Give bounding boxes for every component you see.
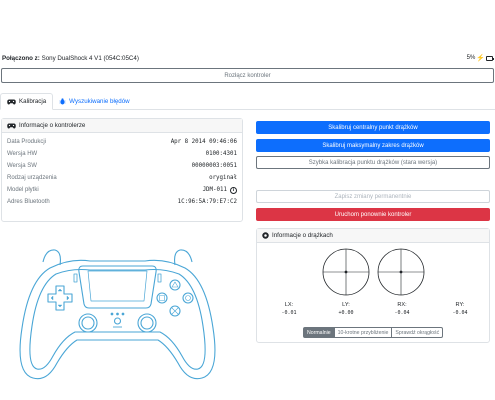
info-value: 0100:4301 <box>205 151 237 157</box>
status-bar: Połączono z: Sony DualShock 4 V1 (054C:0… <box>0 50 495 66</box>
view-mode-group: Normalnie 10-krotne przybliżenie Sprawdź… <box>303 327 444 338</box>
joystick-icon <box>262 232 269 239</box>
info-value-board: JDM-011 i <box>202 186 237 194</box>
right-stick-circle <box>377 248 425 296</box>
sticks-info-title: Informacje o drążkach <box>272 232 333 239</box>
axis-label: LY: <box>342 302 350 308</box>
info-value: oryginał <box>209 175 237 181</box>
controller-info-card: Informacje o kontrolerze Data Produkcji … <box>1 118 243 222</box>
charging-bolt-icon: ⚡ <box>476 55 485 62</box>
mode-normal-button[interactable]: Normalnie <box>303 327 335 338</box>
info-row-hw-version: Wersja HW 0100:4301 <box>7 148 237 160</box>
controller-info-header: Informacje o kontrolerze <box>2 119 242 133</box>
axis-value: +0.00 <box>338 310 354 316</box>
info-label: Wersja HW <box>7 151 38 157</box>
info-label: Data Produkcji <box>7 139 47 145</box>
tab-calibration[interactable]: Kalibracja <box>0 93 54 110</box>
info-label: Rodzaj urządzenia <box>7 175 57 181</box>
battery-level: 5% <box>466 55 476 61</box>
axis-value: -0.04 <box>452 310 468 316</box>
info-label: Adres Bluetooth <box>7 199 50 205</box>
gamepad-icon <box>7 99 16 104</box>
info-label: Model płytki <box>7 187 39 193</box>
info-value: 1C:96:5A:79:E7:C2 <box>177 199 237 205</box>
quick-calibrate-button[interactable]: Szybka kalibracja punktu drążków (stara … <box>256 156 490 169</box>
r1-button <box>174 249 193 266</box>
info-row-device-type: Rodzaj urządzenia oryginał <box>7 172 237 184</box>
save-permanent-button[interactable]: Zapisz zmiany permanentnie <box>256 190 490 203</box>
axis-value: -0.01 <box>281 310 297 316</box>
controller-info-title: Informacje o kontrolerze <box>19 122 86 129</box>
info-row-sw-version: Wersja SW 00000003:0051 <box>7 160 237 172</box>
left-stick-circle <box>322 248 370 296</box>
disconnect-button[interactable]: Rozłącz kontroler <box>1 68 494 83</box>
calibrate-range-button[interactable]: Skalibruj maksymalny zakres drążków <box>256 139 490 152</box>
l1-button <box>42 249 61 266</box>
info-row-manufacture-date: Data Produkcji Apr 8 2014 09:46:06 <box>7 136 237 148</box>
axis-ry: RY: -0.04 <box>445 302 475 316</box>
tab-bar: Kalibracja Wyszukiwanie błędów <box>0 93 495 110</box>
axis-value: -0.04 <box>394 310 410 316</box>
info-row-board-model: Model płytki JDM-011 i <box>7 184 237 196</box>
info-row-bluetooth-address: Adres Bluetooth 1C:96:5A:79:E7:C2 <box>7 196 237 208</box>
mode-zoom-button[interactable]: 10-krotne przybliżenie <box>334 327 393 338</box>
sticks-info-card: Informacje o drążkach LX: -0.01 LY: +0.0… <box>256 228 490 343</box>
axis-lx: LX: -0.01 <box>274 302 304 316</box>
axis-ly: LY: +0.00 <box>331 302 361 316</box>
tab-calibration-label: Kalibracja <box>19 98 47 105</box>
info-value: Apr 8 2014 09:46:06 <box>170 139 237 145</box>
axis-label: LX: <box>284 302 294 308</box>
restart-controller-button[interactable]: Uruchom ponownie kontroler <box>256 208 490 221</box>
tab-troubleshooting[interactable]: Wyszukiwanie błędów <box>53 93 135 110</box>
sticks-info-header: Informacje o drążkach <box>257 229 489 243</box>
axis-label: RX: <box>397 302 407 308</box>
axis-rx: RX: -0.04 <box>387 302 417 316</box>
board-model-value: JDM-011 <box>202 187 227 193</box>
axis-label: RY: <box>455 302 465 308</box>
stick-visualizers <box>322 248 425 296</box>
calibrate-center-button[interactable]: Skalibruj centralny punkt drążków <box>256 121 490 134</box>
mode-circularity-button[interactable]: Sprawdź okrągłość <box>392 327 444 338</box>
tab-troubleshooting-label: Wyszukiwanie błędów <box>69 98 130 105</box>
info-value: 00000003:0051 <box>191 163 237 169</box>
controller-illustration <box>19 249 216 380</box>
device-name: Sony DualShock 4 V1 (054C:05C4) <box>41 54 139 62</box>
connection-status: Połączono z: Sony DualShock 4 V1 (054C:0… <box>2 55 139 62</box>
battery-icon <box>486 55 494 61</box>
bug-icon <box>59 98 66 105</box>
connected-label: Połączono z: <box>2 54 40 62</box>
battery-status: 5% ⚡ <box>466 54 494 62</box>
info-icon[interactable]: i <box>230 186 237 194</box>
info-label: Wersja SW <box>7 163 37 169</box>
gamepad-icon <box>7 123 16 128</box>
